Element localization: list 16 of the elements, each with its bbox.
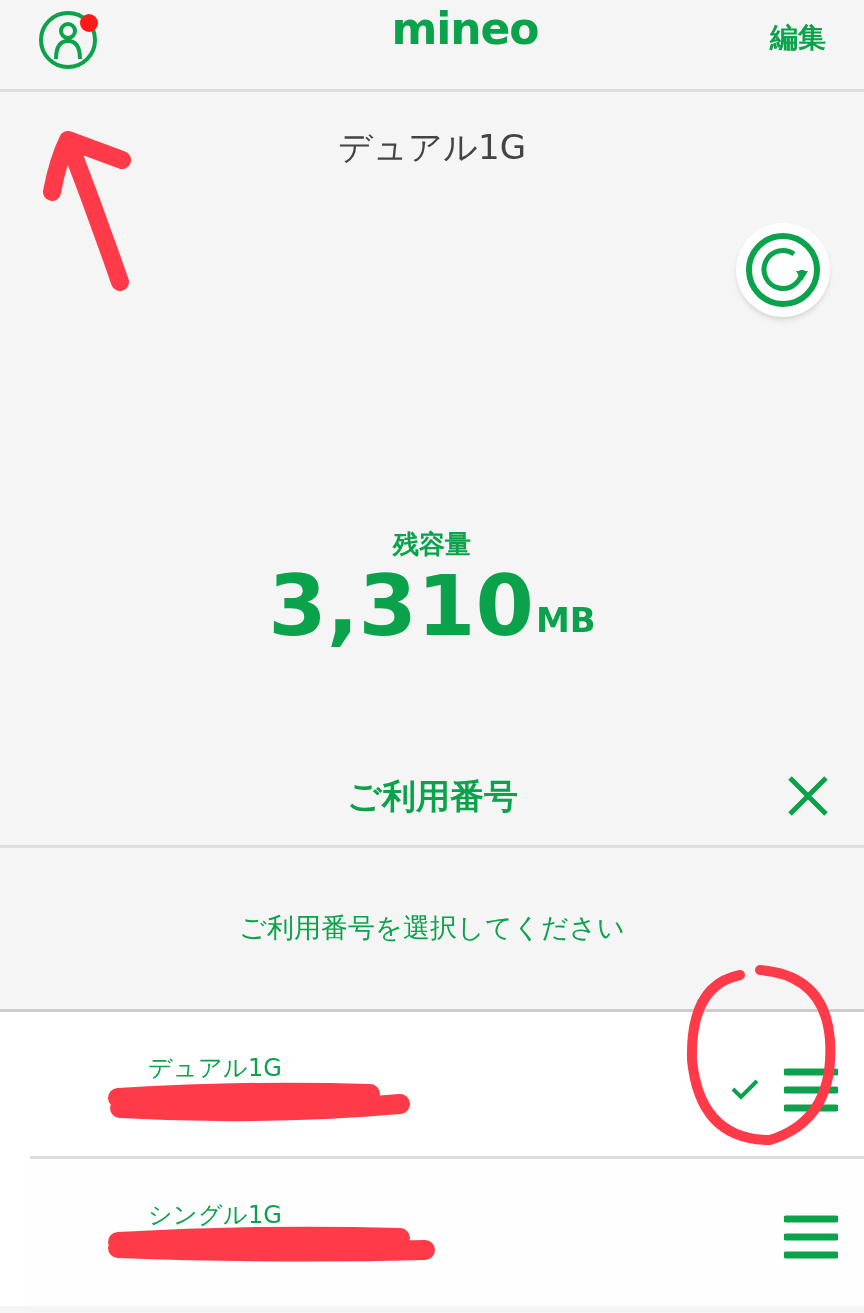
line-name: シングル1G [148,1201,282,1229]
remaining-label: 残容量 [393,528,471,561]
edit-button[interactable]: 編集 [770,16,826,59]
remaining-unit: MB [535,599,596,642]
close-icon [786,774,830,818]
sheet-title: ご利用番号 [346,775,518,818]
plan-name: デュアル1G [338,126,526,169]
logo: mineo [391,1,539,56]
select-prompt: ご利用番号を選択してください [239,911,625,946]
drag-handle-icon[interactable] [784,1068,838,1112]
line-name: デュアル1G [148,1054,282,1082]
remaining-value: 3,310 [268,564,534,648]
check-icon [730,1078,760,1100]
close-button[interactable] [786,774,830,818]
drag-handle-icon[interactable] [784,1215,838,1259]
refresh-icon [744,231,822,309]
